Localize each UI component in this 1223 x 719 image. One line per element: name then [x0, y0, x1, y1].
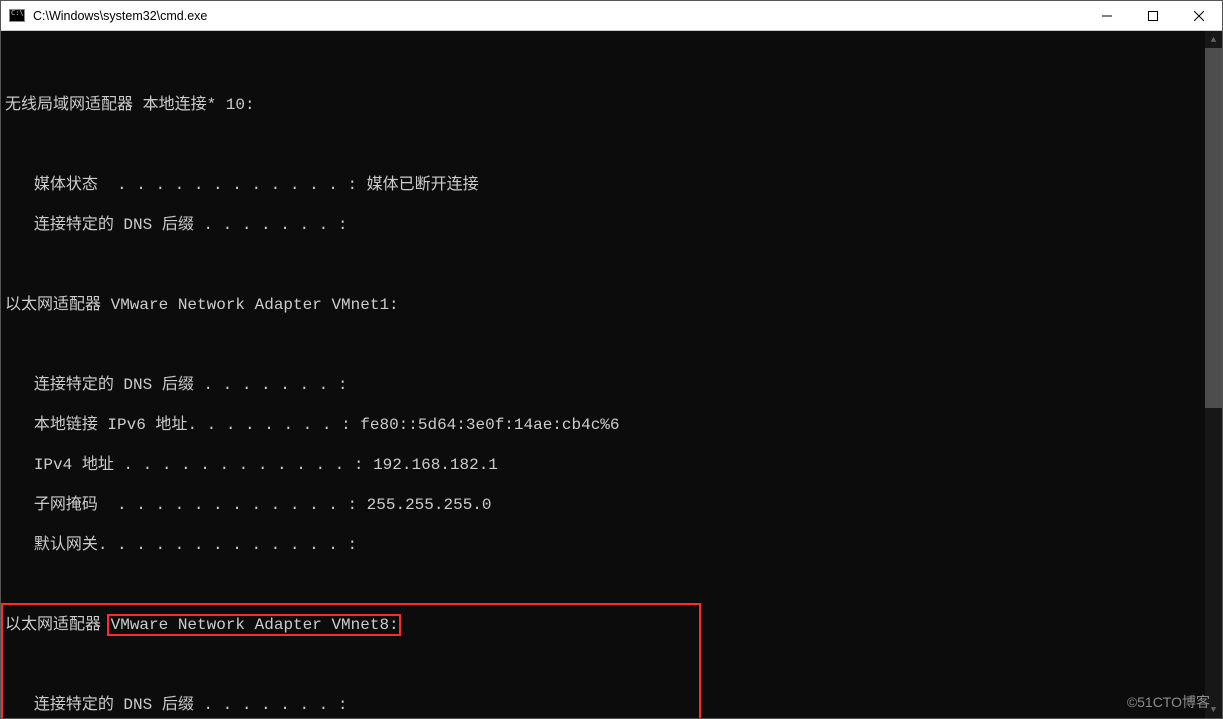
scroll-up-button[interactable]: ▲ — [1205, 31, 1222, 48]
dns-suffix-label: 连接特定的 DNS 后缀 — [34, 696, 194, 714]
mask-label: 子网掩码 — [34, 496, 98, 514]
media-state-label: 媒体状态 — [34, 176, 98, 194]
close-button[interactable] — [1176, 1, 1222, 30]
dns-suffix-label: 连接特定的 DNS 后缀 — [34, 216, 194, 234]
ipv4-label: IPv4 地址 — [34, 456, 114, 474]
scrollbar-track[interactable]: ▲ ▼ — [1205, 31, 1222, 718]
dns-suffix-label: 连接特定的 DNS 后缀 — [34, 376, 194, 394]
minimize-button[interactable] — [1084, 1, 1130, 30]
window-title: C:\Windows\system32\cmd.exe — [33, 9, 1084, 23]
cmd-window: C:\Windows\system32\cmd.exe 无线局域网适配器 本地连… — [0, 0, 1223, 719]
ipv4-value: 192.168.182.1 — [373, 456, 498, 474]
titlebar[interactable]: C:\Windows\system32\cmd.exe — [1, 1, 1222, 31]
ipv6-label: 本地链接 IPv6 地址 — [34, 416, 188, 434]
ipv6-value: fe80::5d64:3e0f:14ae:cb4c%6 — [360, 416, 619, 434]
scroll-down-button[interactable]: ▼ — [1205, 701, 1222, 718]
adapter-header-vmnet1: 以太网适配器 VMware Network Adapter VMnet1: — [5, 295, 1216, 315]
scrollbar-thumb[interactable] — [1205, 48, 1222, 408]
mask-value: 255.255.255.0 — [367, 496, 492, 514]
cmd-icon — [7, 8, 27, 24]
maximize-button[interactable] — [1130, 1, 1176, 30]
gateway-label: 默认网关 — [34, 536, 98, 554]
terminal-area[interactable]: 无线局域网适配器 本地连接* 10: 媒体状态 . . . . . . . . … — [1, 31, 1222, 718]
adapter-header-vmnet8-prefix: 以太网适配器 — [5, 616, 111, 634]
adapter-header-vmnet8-name: VMware Network Adapter VMnet8: — [111, 616, 399, 634]
media-state-value: 媒体已断开连接 — [367, 176, 479, 194]
adapter-header-wlan10: 无线局域网适配器 本地连接* 10: — [5, 95, 1216, 115]
